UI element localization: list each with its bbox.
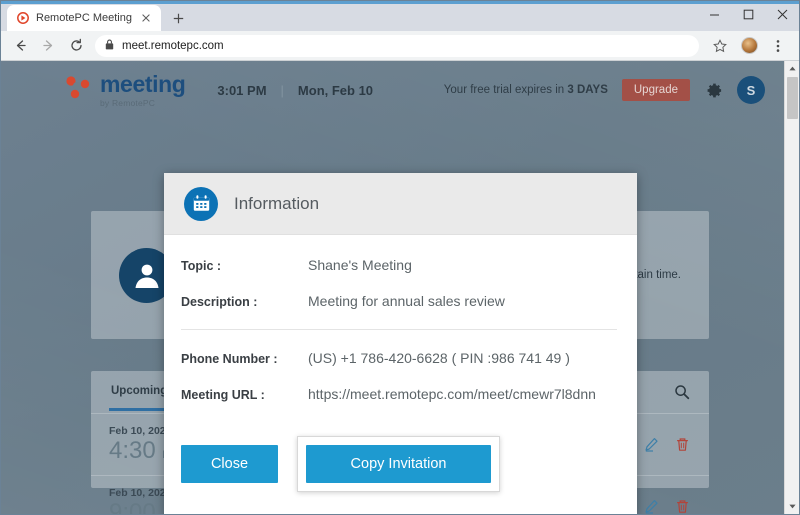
lock-icon xyxy=(105,39,114,53)
close-button[interactable]: Close xyxy=(181,445,278,483)
caret-down-icon[interactable] xyxy=(785,499,800,514)
browser-toolbar: meet.remotepc.com xyxy=(1,31,799,61)
browser-tab[interactable]: RemotePC Meeting xyxy=(7,5,161,31)
field-label: Topic : xyxy=(181,259,222,273)
address-bar[interactable]: meet.remotepc.com xyxy=(95,34,699,57)
header-time: 3:01 PM xyxy=(217,82,267,98)
kebab-menu-icon[interactable] xyxy=(765,33,791,59)
field-value: https://meet.remotepc.com/meet/cmewr7l8d… xyxy=(308,386,596,402)
modal-header: Information xyxy=(164,173,637,235)
trash-icon[interactable] xyxy=(674,436,691,453)
reload-button[interactable] xyxy=(63,33,89,59)
browser-window: RemotePC Meeting meet.remotepc.com meeti… xyxy=(0,0,800,515)
pencil-icon[interactable] xyxy=(643,498,660,514)
forward-button[interactable] xyxy=(35,33,61,59)
pencil-icon[interactable] xyxy=(643,436,660,453)
profile-avatar-icon[interactable] xyxy=(736,33,762,59)
new-tab-button[interactable] xyxy=(165,5,191,31)
information-modal: Information Topic : Shane's Meeting Desc… xyxy=(164,173,637,514)
copy-invitation-focus-ring: Copy Invitation xyxy=(297,436,500,492)
toolbar-right xyxy=(707,33,791,59)
header-separator: | xyxy=(280,82,284,98)
field-value: Shane's Meeting xyxy=(308,257,412,273)
calendar-icon xyxy=(184,186,218,221)
address-bar-url: meet.remotepc.com xyxy=(122,39,224,52)
logo-wordmark: meeting xyxy=(100,70,186,97)
browser-tab-title: RemotePC Meeting xyxy=(36,12,132,24)
app-logo[interactable]: meeting by RemotePC xyxy=(63,70,186,108)
remotepc-favicon xyxy=(16,12,29,25)
maximize-icon[interactable] xyxy=(731,1,765,28)
page-scrollbar[interactable] xyxy=(784,61,799,514)
scrollbar-thumb[interactable] xyxy=(786,77,798,119)
browser-tab-strip: RemotePC Meeting xyxy=(1,1,799,31)
field-value: Meeting for annual sales review xyxy=(308,293,505,309)
field-meeting-url: Meeting URL : https://meet.remotepc.com/… xyxy=(181,386,617,402)
trial-days: 3 DAYS xyxy=(567,84,608,96)
tab-close-icon[interactable] xyxy=(139,11,153,25)
modal-divider xyxy=(181,329,617,330)
remotepc-logo-icon xyxy=(63,73,93,106)
trash-icon[interactable] xyxy=(674,498,691,514)
gear-icon[interactable] xyxy=(704,81,723,100)
upgrade-button[interactable]: Upgrade xyxy=(621,79,690,101)
back-button[interactable] xyxy=(7,33,33,59)
field-label: Meeting URL : xyxy=(181,388,265,402)
field-label: Phone Number : xyxy=(181,352,278,366)
trial-notice: Your free trial expires in 3 DAYS xyxy=(444,84,608,96)
field-value: (US) +1 786-420-6628 ( PIN :986 741 49 ) xyxy=(308,350,570,366)
modal-footer: Close Copy Invitation xyxy=(164,430,637,514)
minimize-icon[interactable] xyxy=(697,1,731,28)
app-header: meeting by RemotePC 3:01 PM | Mon, Feb 1… xyxy=(1,61,799,119)
web-page: meeting by RemotePC 3:01 PM | Mon, Feb 1… xyxy=(1,61,799,514)
header-date: Mon, Feb 10 xyxy=(297,82,374,98)
profile-note: rtain time. xyxy=(630,269,682,281)
field-topic: Topic : Shane's Meeting xyxy=(181,257,617,273)
modal-body: Topic : Shane's Meeting Description : Me… xyxy=(164,235,637,430)
search-icon[interactable] xyxy=(673,383,691,401)
caret-up-icon[interactable] xyxy=(785,61,800,76)
window-controls xyxy=(697,1,799,28)
user-avatar[interactable]: S xyxy=(737,76,765,104)
trial-prefix: Your free trial expires in xyxy=(443,84,568,96)
field-description: Description : Meeting for annual sales r… xyxy=(181,293,617,309)
field-phone-number: Phone Number : (US) +1 786-420-6628 ( PI… xyxy=(181,350,617,366)
logo-subtitle: by RemotePC xyxy=(100,97,156,108)
bookmark-star-icon[interactable] xyxy=(707,33,733,59)
copy-invitation-button[interactable]: Copy Invitation xyxy=(306,445,491,483)
modal-title: Information xyxy=(234,193,320,213)
field-label: Description : xyxy=(181,295,258,309)
window-close-icon[interactable] xyxy=(765,1,799,28)
